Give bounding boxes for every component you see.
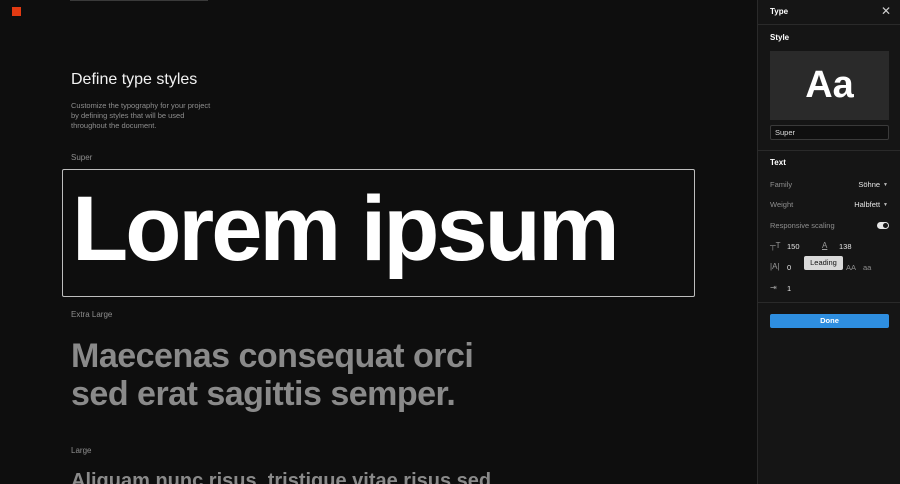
app-logo[interactable] bbox=[12, 7, 21, 16]
leading-icon[interactable]: A bbox=[822, 241, 827, 250]
responsive-scaling-toggle[interactable] bbox=[877, 222, 889, 229]
chevron-down-icon: ▼ bbox=[883, 182, 888, 189]
section-divider bbox=[758, 302, 900, 303]
text-section-title: Text bbox=[770, 158, 786, 167]
family-select[interactable]: Söhne ▼ bbox=[858, 180, 888, 189]
preview-text: Aa bbox=[805, 64, 854, 106]
page-title: Define type styles bbox=[71, 71, 198, 88]
weight-value: Halbfett bbox=[854, 200, 881, 209]
leading-value[interactable]: 138 bbox=[839, 242, 852, 251]
style-name-input[interactable] bbox=[770, 125, 889, 140]
indent-value[interactable]: 1 bbox=[787, 284, 791, 293]
panel-header: Type ✕ bbox=[758, 0, 900, 25]
tracking-value[interactable]: 0 bbox=[787, 263, 791, 272]
uppercase-option[interactable]: AA bbox=[846, 263, 856, 272]
style-label-extra-large: Extra Large bbox=[71, 310, 113, 319]
style-sample-extra-large[interactable]: Maecenas consequat orci sed erat sagitti… bbox=[71, 337, 531, 413]
close-icon[interactable]: ✕ bbox=[879, 4, 893, 18]
done-button[interactable]: Done bbox=[770, 314, 889, 328]
tracking-icon: |A| bbox=[770, 262, 780, 271]
style-label-super: Super bbox=[71, 153, 93, 162]
type-preview: Aa bbox=[770, 51, 889, 120]
toggle-knob bbox=[883, 223, 888, 228]
family-label: Family bbox=[770, 180, 793, 189]
canvas: Define type styles Customize the typogra… bbox=[0, 0, 757, 484]
style-sample-large[interactable]: Aliquam nunc risus, tristique vitae risu… bbox=[71, 470, 491, 484]
super-sample-text: Lorem ipsum bbox=[72, 178, 620, 280]
top-divider bbox=[70, 0, 208, 1]
indent-icon: ⇥ bbox=[770, 283, 777, 292]
section-divider bbox=[758, 150, 900, 151]
lowercase-option[interactable]: aa bbox=[863, 263, 871, 272]
style-label-large: Large bbox=[71, 446, 92, 455]
style-sample-super[interactable]: Lorem ipsum bbox=[62, 169, 695, 297]
type-panel: Type ✕ Style Aa Text Family Söhne▼ Weigh… bbox=[757, 0, 900, 484]
weight-select[interactable]: Halbfett ▼ bbox=[854, 200, 888, 209]
family-value: Söhne bbox=[858, 180, 881, 189]
font-size-icon: ┬T bbox=[770, 241, 781, 250]
page-description: Customize the typography for your projec… bbox=[71, 101, 211, 130]
responsive-scaling-label: Responsive scaling bbox=[770, 221, 835, 230]
leading-tooltip: Leading bbox=[804, 256, 843, 270]
panel-title: Type bbox=[770, 7, 789, 16]
weight-label: Weight bbox=[770, 200, 794, 209]
style-section-title: Style bbox=[770, 33, 790, 42]
chevron-down-icon: ▼ bbox=[883, 202, 888, 209]
font-size-value[interactable]: 150 bbox=[787, 242, 800, 251]
